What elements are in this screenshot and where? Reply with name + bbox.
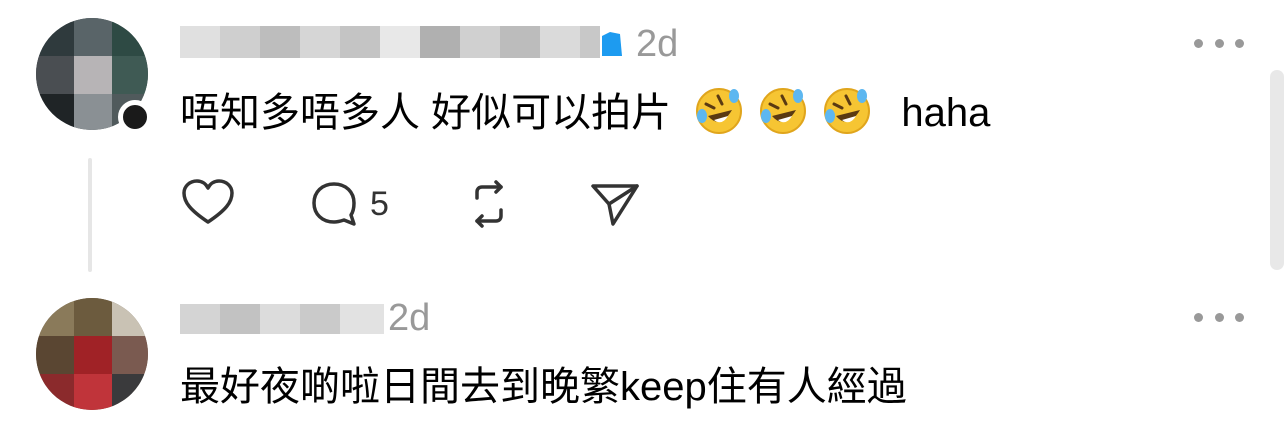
repost-button[interactable] — [463, 178, 515, 230]
dot-icon — [1235, 312, 1244, 322]
comment-text-suffix: haha — [901, 91, 991, 135]
dot-icon — [1214, 38, 1224, 48]
verified-icon — [598, 30, 624, 58]
comment-text: 最好夜啲啦日間去到晚繁keep住有人經過 — [180, 365, 907, 409]
thread-line — [88, 158, 92, 272]
heart-icon — [182, 179, 234, 224]
dot-icon — [1214, 312, 1224, 322]
share-button[interactable] — [589, 178, 641, 230]
rolling-laughing-emoji-icon — [824, 88, 871, 134]
comment-text-main: 唔知多唔多人 好似可以拍片 — [180, 91, 672, 135]
reply-count: 5 — [370, 185, 389, 223]
rolling-laughing-emoji-icon — [760, 88, 807, 134]
comment-1: 2d 唔知多唔多人 好似可以拍片 haha 5 — [0, 0, 1284, 290]
dot-icon — [1194, 38, 1203, 48]
scrollbar[interactable] — [1270, 70, 1284, 270]
reply-button[interactable]: 5 — [308, 178, 389, 230]
username-blurred[interactable] — [180, 298, 384, 338]
emoji-group — [694, 88, 897, 135]
username-blurred[interactable] — [180, 22, 600, 62]
send-icon — [591, 184, 639, 226]
more-options-button[interactable] — [1194, 302, 1244, 332]
dot-icon — [1235, 38, 1244, 48]
avatar[interactable] — [36, 298, 148, 410]
like-button[interactable] — [180, 176, 236, 232]
more-options-button[interactable] — [1194, 28, 1244, 58]
timestamp: 2d — [636, 23, 679, 65]
timestamp: 2d — [388, 297, 431, 339]
action-bar: 5 — [180, 176, 641, 232]
rolling-laughing-emoji-icon — [696, 88, 743, 134]
repost-icon — [475, 180, 503, 228]
follow-badge[interactable] — [118, 100, 152, 134]
comment-icon — [312, 182, 356, 226]
comment-2: 2d 最好夜啲啦日間去到晚繁keep住有人經過 — [0, 290, 1284, 436]
dot-icon — [1194, 312, 1203, 322]
comment-text: 唔知多唔多人 好似可以拍片 haha — [180, 86, 990, 138]
